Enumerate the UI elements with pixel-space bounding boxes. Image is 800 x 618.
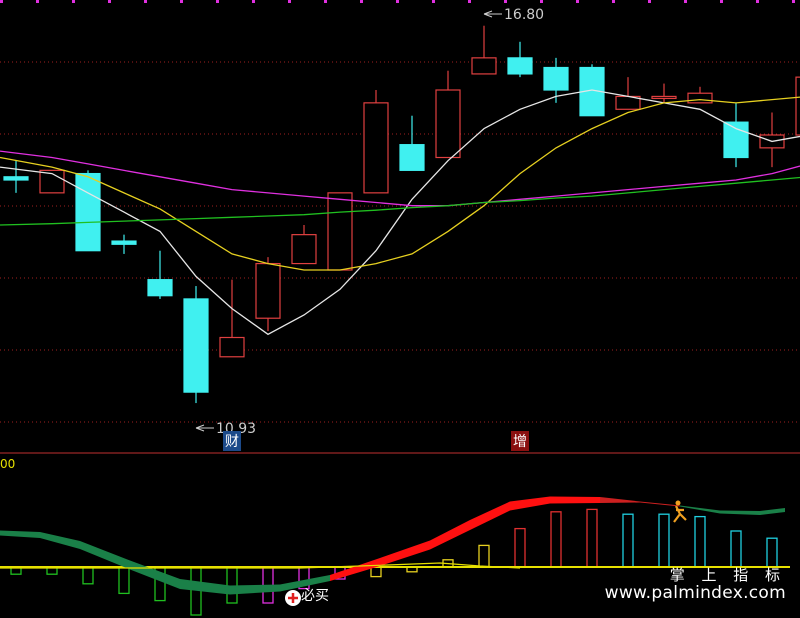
trend-ribbon (380, 540, 430, 566)
badge-cai-text: 财 (225, 434, 239, 450)
watermark-url: www.palmindex.com (604, 583, 786, 604)
candle-body (291, 234, 317, 265)
top-marker (684, 0, 687, 3)
candle-body (687, 92, 713, 104)
candle-body (435, 89, 461, 159)
trend-ribbon (430, 520, 470, 550)
indicator-axis-label: 00 (0, 457, 15, 471)
candle-body (75, 172, 101, 252)
candle-body (363, 102, 389, 194)
candle-body (3, 176, 29, 181)
runner-icon-head (675, 500, 681, 506)
price-grid (0, 0, 800, 454)
indicator-bar (586, 508, 598, 568)
top-marker (648, 0, 651, 3)
top-marker (756, 0, 759, 3)
trend-ribbon (40, 532, 80, 549)
top-marker (288, 0, 291, 3)
top-marker (216, 0, 219, 3)
candle-body (543, 66, 569, 91)
trend-ribbon (80, 541, 130, 570)
indicator-bar (694, 515, 706, 568)
indicator-bar (514, 527, 526, 568)
top-marker (468, 0, 471, 3)
indicator-bar (82, 566, 94, 585)
top-marker (432, 0, 435, 3)
candle-body (399, 144, 425, 171)
indicator-bar (118, 566, 130, 595)
trend-ribbon (180, 579, 230, 595)
high-arrow-icon (483, 10, 502, 18)
candle-body (795, 76, 800, 136)
stock-chart: 00必买 16.8010.93财增 (0, 0, 800, 616)
badge-zeng-text: 增 (513, 434, 527, 450)
indicator-bar (730, 530, 742, 568)
top-marker (144, 0, 147, 3)
indicator-bar (550, 511, 562, 568)
runner-icon (673, 505, 687, 523)
trend-ribbon (720, 510, 760, 515)
candle-body (183, 298, 209, 393)
candle-body (327, 192, 353, 271)
top-marker (720, 0, 723, 3)
indicator-bar (226, 566, 238, 604)
trend-ribbon (760, 508, 785, 515)
candle-body (471, 57, 497, 75)
top-marker (360, 0, 363, 3)
indicator-bar (622, 513, 634, 568)
trend-ribbon (330, 558, 380, 581)
trend-ribbon (640, 501, 680, 507)
top-marker (36, 0, 39, 3)
indicator-bar (370, 566, 382, 578)
top-marker (180, 0, 183, 3)
trend-ribbon (470, 501, 510, 530)
low-arrow-icon (195, 424, 214, 432)
top-marker (108, 0, 111, 3)
candle-body (723, 121, 749, 159)
top-marker (252, 0, 255, 3)
ma-line-1 (0, 89, 800, 336)
indicator-bar (766, 537, 778, 568)
candle-body (111, 240, 137, 245)
top-marker (0, 0, 3, 3)
watermark: 掌 上 指 标 www.palmindex.com (604, 566, 786, 604)
candle-body (147, 279, 173, 297)
top-marker (396, 0, 399, 3)
trend-ribbon (510, 496, 550, 511)
ma-line-4 (0, 176, 800, 226)
top-marker (792, 0, 795, 3)
candle-body (219, 336, 245, 358)
top-marker (72, 0, 75, 3)
buy-label: 必买 (301, 588, 329, 604)
top-marker (540, 0, 543, 3)
indicator-bar (658, 513, 670, 568)
candle-body (651, 95, 677, 100)
trend-ribbon (550, 496, 600, 504)
candle-body (255, 262, 281, 319)
indicator-bar (478, 544, 490, 568)
high-price-label: 16.80 (504, 7, 544, 23)
trend-ribbon (680, 505, 720, 514)
top-marker (324, 0, 327, 3)
trend-ribbon (0, 530, 40, 538)
watermark-chinese: 掌 上 指 标 (669, 566, 786, 585)
moving-average-lines (0, 89, 800, 336)
trend-ribbon (600, 497, 640, 503)
top-marker (612, 0, 615, 3)
candle-body (507, 57, 533, 75)
top-marker (576, 0, 579, 3)
top-marker (504, 0, 507, 3)
